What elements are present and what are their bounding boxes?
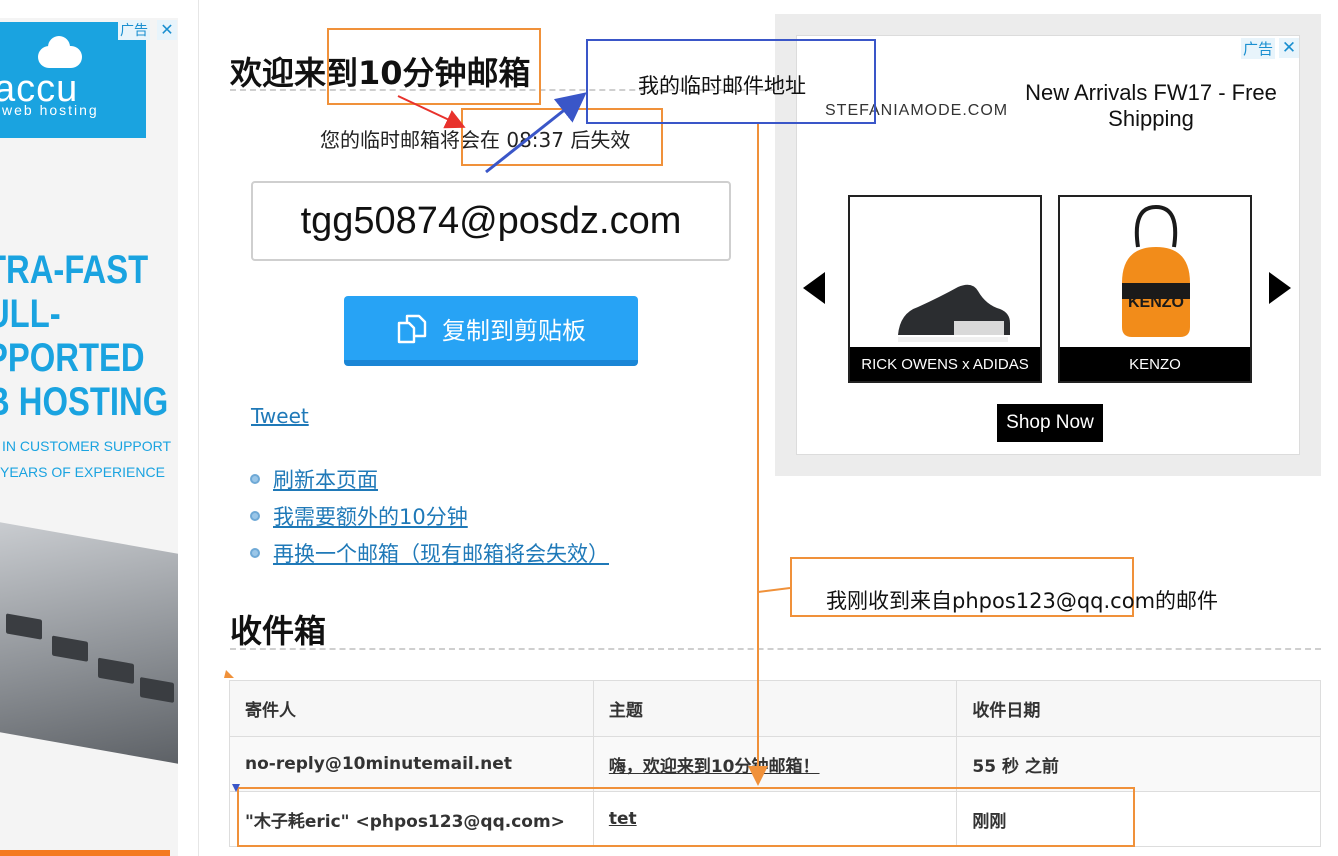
handbag-icon: KENZO (1122, 204, 1190, 337)
carousel-prev-icon[interactable] (803, 272, 825, 304)
copy-button-label: 复制到剪贴板 (442, 316, 586, 345)
promo-line: Shipping (1108, 106, 1194, 131)
ad-headline-line: PPORTED (0, 336, 145, 380)
date-cell: 55 秒 之前 (956, 736, 1321, 792)
subject-link[interactable]: 嗨，欢迎来到10分钟邮箱！ (609, 757, 820, 777)
action-list: 刷新本页面 我需要额外的10分钟 再换一个邮箱（现有邮箱将会失效） (250, 460, 609, 571)
product-card[interactable]: RICK OWENS x ADIDAS (848, 195, 1042, 383)
product-caption: RICK OWENS x ADIDAS (850, 347, 1040, 381)
carousel-next-icon[interactable] (1269, 272, 1291, 304)
table-header-row: 寄件人 主题 收件日期 (229, 680, 1321, 737)
annotation-box-title (327, 28, 541, 105)
list-item: 刷新本页面 (250, 460, 609, 497)
sender-cell: no-reply@10minutemail.net (229, 736, 594, 792)
column-header-date: 收件日期 (956, 680, 1321, 737)
copy-icon (396, 312, 428, 344)
refresh-page-link[interactable]: 刷新本页面 (273, 464, 378, 494)
promo-line: New Arrivals FW17 - Free (1025, 80, 1277, 105)
ad-headline-line: B HOSTING (0, 380, 169, 424)
ad-tagline: YEARS OF EXPERIENCE (0, 464, 165, 480)
ad-brand-sub: web hosting (2, 102, 99, 118)
list-item: 我需要额外的10分钟 (250, 497, 609, 534)
ad-headline: TRA-FAST ULL- PPORTED B HOSTING (0, 248, 168, 424)
tweet-link[interactable]: Tweet (251, 404, 309, 428)
bullet-icon (250, 473, 260, 484)
close-icon[interactable]: ✕ (157, 20, 177, 40)
inbox-divider (230, 648, 1321, 650)
bullet-icon (250, 547, 260, 558)
svg-text:KENZO: KENZO (1128, 294, 1184, 311)
ad-label: 广告 (1241, 38, 1276, 59)
list-item: 再换一个邮箱（现有邮箱将会失效） (250, 534, 609, 571)
ad-label: 广告 (118, 20, 150, 40)
product-caption: KENZO (1060, 347, 1250, 381)
bullet-icon (250, 510, 260, 521)
ad-tagline: IN CUSTOMER SUPPORT (2, 438, 172, 454)
shop-now-button[interactable]: Shop Now (997, 404, 1103, 442)
new-email-link[interactable]: 再换一个邮箱（现有邮箱将会失效） (273, 538, 609, 568)
promo-text: New Arrivals FW17 - Free Shipping (1011, 80, 1291, 132)
extend-time-link[interactable]: 我需要额外的10分钟 (273, 501, 468, 531)
column-header-subject: 主题 (592, 680, 958, 737)
ad-headline-line: ULL- (0, 292, 61, 336)
left-advertisement[interactable]: accu web hosting 广告 ✕ TRA-FAST ULL- PPOR… (0, 18, 178, 856)
copy-to-clipboard-button[interactable]: 复制到剪贴板 (344, 296, 638, 366)
product-card[interactable]: KENZO KENZO (1058, 195, 1252, 383)
table-row[interactable]: no-reply@10minutemail.net 嗨，欢迎来到10分钟邮箱！ … (229, 736, 1321, 792)
close-icon[interactable]: ✕ (1279, 38, 1299, 58)
column-divider (198, 0, 199, 856)
annotation-box-new-mail-row (237, 787, 1135, 847)
annotation-address-note: 我的临时邮件地址 (638, 74, 806, 98)
cloud-icon (38, 36, 82, 68)
ad-headline-line: TRA-FAST (0, 248, 149, 292)
server-image (0, 522, 178, 764)
sneaker-icon (898, 284, 1010, 342)
temp-email-address-field[interactable]: tgg50874@posdz.com (251, 181, 731, 261)
subject-cell: 嗨，欢迎来到10分钟邮箱！ (592, 736, 958, 792)
column-header-sender: 寄件人 (229, 680, 594, 737)
annotation-received-note: 我刚收到来自phpos123@qq.com的邮件 (826, 589, 1219, 613)
ad-cta-bar (0, 850, 170, 856)
inbox-title: 收件箱 (230, 612, 327, 650)
